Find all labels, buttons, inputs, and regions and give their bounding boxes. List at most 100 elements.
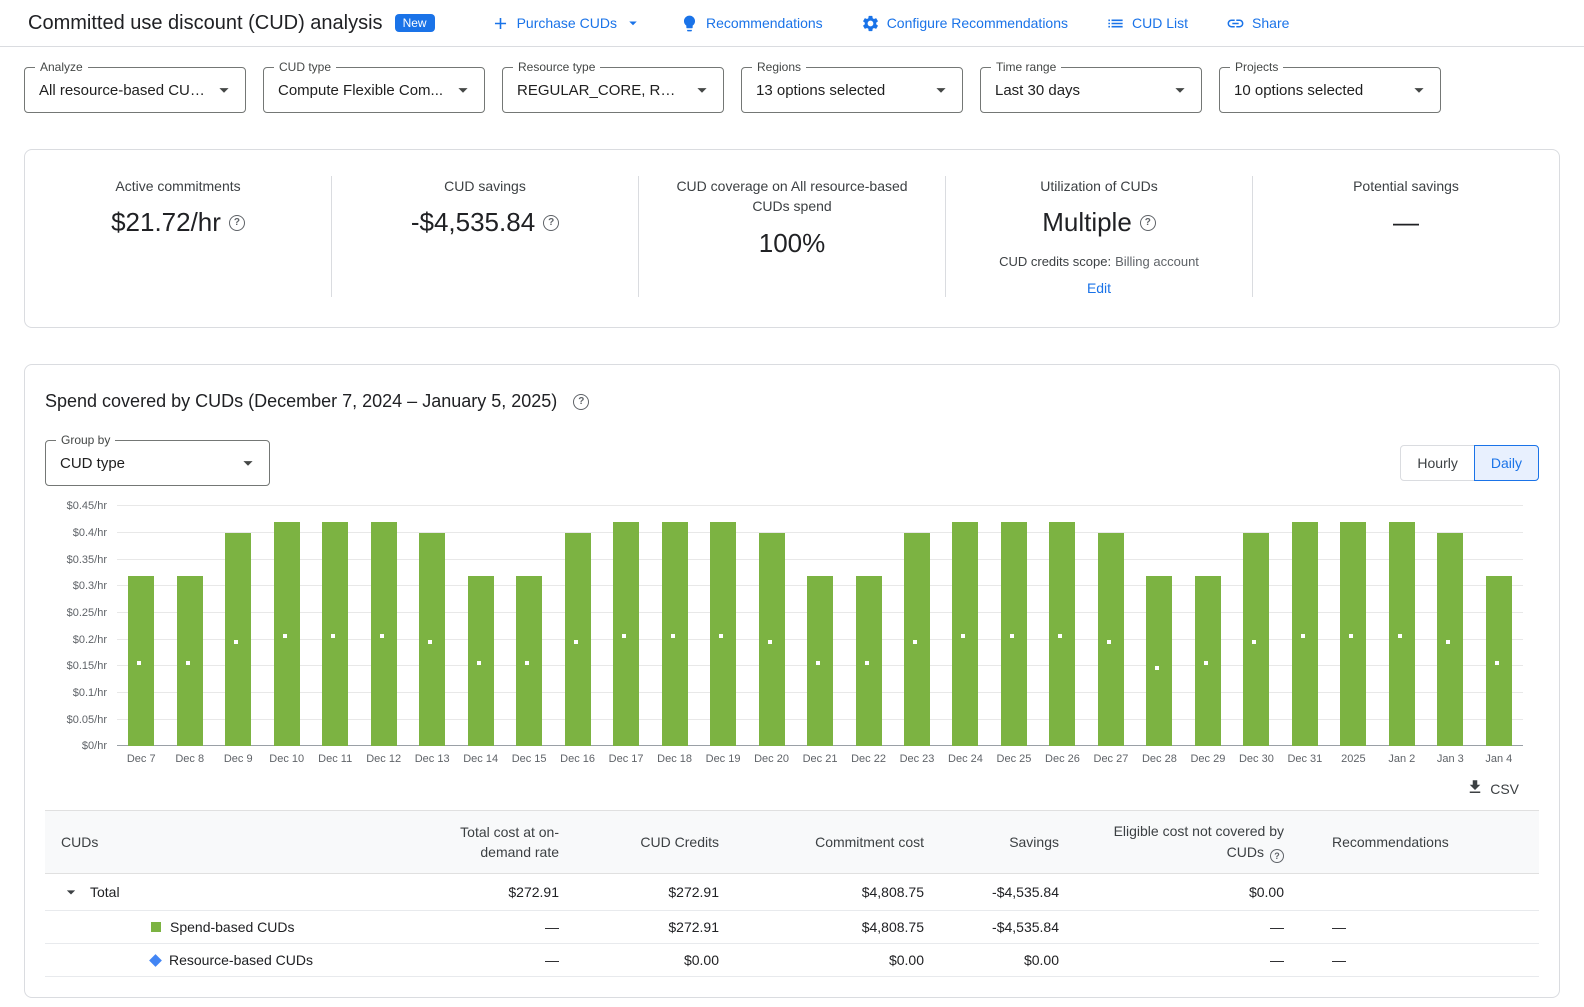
help-icon[interactable]: ? <box>543 215 559 231</box>
bar[interactable] <box>1292 522 1318 746</box>
stat-label: Active commitments <box>43 176 313 196</box>
chevron-down-icon <box>930 79 952 101</box>
square-marker <box>961 634 965 638</box>
x-tick-label: Dec 27 <box>1087 753 1135 765</box>
bar[interactable] <box>807 576 833 747</box>
share-button[interactable]: Share <box>1226 14 1289 33</box>
bar-slot <box>699 506 747 746</box>
table-cell: — <box>1075 944 1300 977</box>
table-row: Total$272.91$272.91$4,808.75-$4,535.84$0… <box>45 874 1539 911</box>
square-marker <box>1349 634 1353 638</box>
bar[interactable] <box>1195 576 1221 747</box>
square-marker <box>428 640 432 644</box>
table-cell: — <box>425 911 575 944</box>
edit-scope-link[interactable]: Edit <box>1081 279 1117 297</box>
bar[interactable] <box>1146 576 1172 747</box>
action-label: CUD List <box>1132 15 1188 31</box>
filter-projects[interactable]: Projects10 options selected <box>1219 67 1441 113</box>
help-icon[interactable]: ? <box>1270 849 1284 863</box>
bar[interactable] <box>565 533 591 746</box>
bar[interactable] <box>904 533 930 746</box>
expand-caret-icon[interactable] <box>61 882 81 902</box>
hourly-toggle-button[interactable]: Hourly <box>1400 445 1474 481</box>
bar[interactable] <box>274 522 300 746</box>
bar-slot <box>262 506 310 746</box>
filters-bar: AnalyzeAll resource-based CUDs CUD typeCo… <box>0 47 1584 127</box>
bar[interactable] <box>1001 522 1027 746</box>
y-tick-label: $0.4/hr <box>73 527 107 539</box>
bar[interactable] <box>1098 533 1124 746</box>
interval-toggle: Hourly Daily <box>1400 445 1539 481</box>
table-cell: — <box>425 944 575 977</box>
bar[interactable] <box>1340 522 1366 746</box>
bar[interactable] <box>1243 533 1269 746</box>
bar[interactable] <box>177 576 203 747</box>
chevron-down-icon <box>452 79 474 101</box>
square-marker <box>283 634 287 638</box>
square-marker <box>1252 640 1256 644</box>
bar[interactable] <box>856 576 882 747</box>
chevron-down-icon <box>624 14 642 32</box>
filter-cud-type[interactable]: CUD typeCompute Flexible Com... <box>263 67 485 113</box>
row-label: Resource-based CUDs <box>169 952 313 968</box>
bar[interactable] <box>952 522 978 746</box>
bar[interactable] <box>468 576 494 747</box>
x-tick-label: Dec 30 <box>1232 753 1280 765</box>
stat-cud-coverage: CUD coverage on All resource-based CUDs … <box>639 176 945 297</box>
configure-recommendations-button[interactable]: Configure Recommendations <box>861 14 1068 33</box>
daily-toggle-button[interactable]: Daily <box>1474 445 1539 481</box>
filter-resource-type[interactable]: Resource typeREGULAR_CORE, REGU... <box>502 67 724 113</box>
bar[interactable] <box>1049 522 1075 746</box>
bar[interactable] <box>759 533 785 746</box>
help-icon[interactable]: ? <box>573 394 589 410</box>
bar-slot <box>747 506 795 746</box>
group-by-select[interactable]: Group by CUD type <box>45 440 270 486</box>
y-tick-label: $0.15/hr <box>67 660 107 672</box>
purchase-cuds-button[interactable]: Purchase CUDs <box>491 14 642 33</box>
bar[interactable] <box>662 522 688 746</box>
square-marker <box>1010 634 1014 638</box>
bar[interactable] <box>1389 522 1415 746</box>
bar[interactable] <box>322 522 348 746</box>
help-icon[interactable]: ? <box>1140 215 1156 231</box>
filter-label: Regions <box>752 60 806 74</box>
x-tick-label: Dec 28 <box>1135 753 1183 765</box>
column-header: CUD Credits <box>575 811 735 874</box>
top-bar: Committed use discount (CUD) analysis Ne… <box>0 0 1584 47</box>
filter-label: CUD type <box>274 60 336 74</box>
filter-analyze[interactable]: AnalyzeAll resource-based CUDs <box>24 67 246 113</box>
action-label: Configure Recommendations <box>887 15 1068 31</box>
stat-value: -$4,535.84 <box>411 207 535 238</box>
y-tick-label: $0.2/hr <box>73 634 107 646</box>
column-header: Total cost at on-demand rate <box>425 811 575 874</box>
bar[interactable] <box>1437 533 1463 746</box>
recommendations-button[interactable]: Recommendations <box>680 14 823 33</box>
x-tick-label: Dec 9 <box>214 753 262 765</box>
download-csv-button[interactable]: CSV <box>1460 777 1525 800</box>
stat-potential-savings: Potential savings — <box>1253 176 1559 297</box>
bar[interactable] <box>710 522 736 746</box>
bar[interactable] <box>613 522 639 746</box>
list-icon <box>1106 14 1125 33</box>
bar-slot <box>1184 506 1232 746</box>
action-label: Recommendations <box>706 15 823 31</box>
table-cell: $272.91 <box>575 874 735 911</box>
filter-regions[interactable]: Regions13 options selected <box>741 67 963 113</box>
column-header: Savings <box>940 811 1075 874</box>
x-tick-label: Jan 4 <box>1475 753 1523 765</box>
y-tick-label: $0.25/hr <box>67 607 107 619</box>
x-tick-label: Dec 17 <box>602 753 650 765</box>
bar[interactable] <box>225 533 251 746</box>
help-icon[interactable]: ? <box>229 215 245 231</box>
spend-chart: $0/hr$0.05/hr$0.1/hr$0.15/hr$0.2/hr$0.25… <box>45 506 1539 765</box>
bar[interactable] <box>371 522 397 746</box>
bar[interactable] <box>1486 576 1512 747</box>
cud-list-button[interactable]: CUD List <box>1106 14 1188 33</box>
bar[interactable] <box>516 576 542 747</box>
column-header: Recommendations <box>1300 811 1539 874</box>
bar[interactable] <box>419 533 445 746</box>
filter-time-range[interactable]: Time rangeLast 30 days <box>980 67 1202 113</box>
filter-value: 10 options selected <box>1234 82 1402 99</box>
x-tick-label: Dec 10 <box>262 753 310 765</box>
bar[interactable] <box>128 576 154 747</box>
